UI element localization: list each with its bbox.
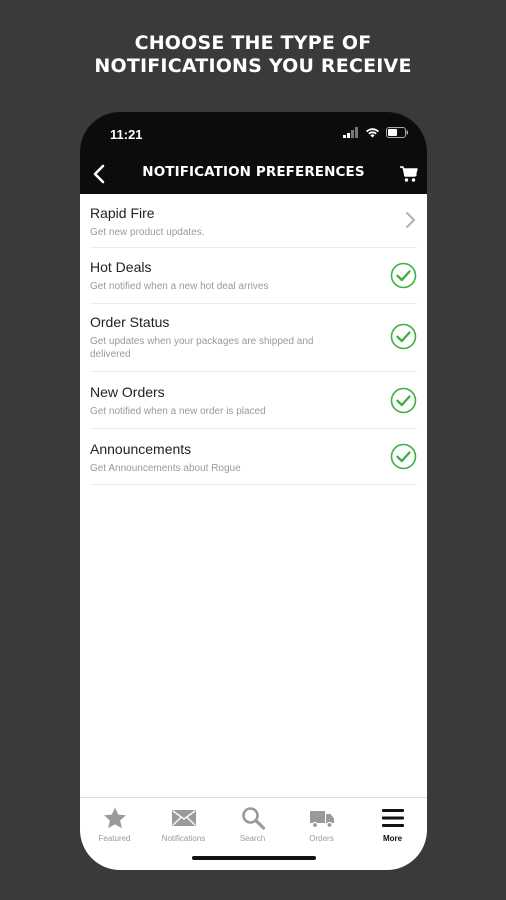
tab-label: Orders: [309, 834, 334, 843]
promo-headline: CHOOSE THE TYPE OF NOTIFICATIONS YOU REC…: [0, 32, 506, 78]
status-icons: [343, 127, 409, 138]
cart-icon: [400, 166, 418, 182]
cellular-signal-icon: [343, 127, 358, 138]
wifi-icon: [366, 128, 379, 138]
tab-bar: Featured Notifications Search Orders Mor…: [80, 797, 427, 870]
preference-title: Announcements: [90, 441, 192, 457]
truck-icon: [310, 811, 334, 829]
tab-orders[interactable]: Orders: [287, 798, 356, 850]
status-bar: 11:21: [80, 112, 427, 154]
phone-frame: 11:21 NOTIFICATION PREFERENCES Rapid Fir…: [80, 112, 427, 870]
preference-title: Rapid Fire: [90, 205, 155, 221]
preference-title: New Orders: [90, 384, 165, 400]
preference-row-order-status[interactable]: Order Status Get updates when your packa…: [90, 304, 417, 372]
menu-icon: [382, 809, 404, 827]
checkmark-circle-icon[interactable]: [390, 443, 417, 470]
preference-row-announcements[interactable]: Announcements Get Announcements about Ro…: [90, 429, 417, 485]
checkmark-circle-icon[interactable]: [390, 262, 417, 289]
tab-search[interactable]: Search: [218, 798, 287, 850]
status-time: 11:21: [110, 127, 143, 142]
checkmark-circle-icon[interactable]: [390, 323, 417, 350]
preference-subtitle: Get notified when a new hot deal arrives: [90, 281, 269, 292]
preference-row-rapid-fire[interactable]: Rapid Fire Get new product updates.: [90, 194, 417, 248]
tab-label: Featured: [98, 834, 131, 843]
tab-label: Search: [239, 834, 266, 843]
checkmark-circle-icon[interactable]: [390, 387, 417, 414]
preference-title: Order Status: [90, 314, 170, 330]
page-title: NOTIFICATION PREFERENCES: [142, 164, 365, 180]
star-icon: [104, 807, 126, 829]
preference-subtitle: Get new product updates.: [90, 227, 205, 238]
tab-featured[interactable]: Featured: [80, 798, 149, 850]
preference-subtitle: Get notified when a new order is placed: [90, 406, 266, 417]
tab-more[interactable]: More: [358, 798, 427, 850]
preferences-list: Rapid Fire Get new product updates. Hot …: [80, 194, 427, 798]
search-icon: [242, 807, 266, 830]
chevron-right-icon: [405, 211, 416, 229]
navigation-bar: NOTIFICATION PREFERENCES: [80, 154, 427, 194]
envelope-icon: [172, 810, 196, 826]
headline-line-1: CHOOSE THE TYPE OF: [134, 32, 372, 54]
preference-subtitle: Get updates when your packages are shipp…: [90, 336, 314, 360]
preference-title: Hot Deals: [90, 259, 152, 275]
tab-label: More: [382, 834, 403, 843]
tab-notifications[interactable]: Notifications: [149, 798, 218, 850]
preference-row-hot-deals[interactable]: Hot Deals Get notified when a new hot de…: [90, 248, 417, 304]
home-indicator[interactable]: [192, 856, 316, 860]
tab-label: Notifications: [161, 834, 206, 843]
cart-button[interactable]: [399, 164, 419, 184]
headline-line-2: NOTIFICATIONS YOU RECEIVE: [94, 55, 412, 77]
battery-icon: [386, 127, 408, 138]
preference-row-new-orders[interactable]: New Orders Get notified when a new order…: [90, 372, 417, 429]
preference-subtitle: Get Announcements about Rogue: [90, 463, 241, 474]
